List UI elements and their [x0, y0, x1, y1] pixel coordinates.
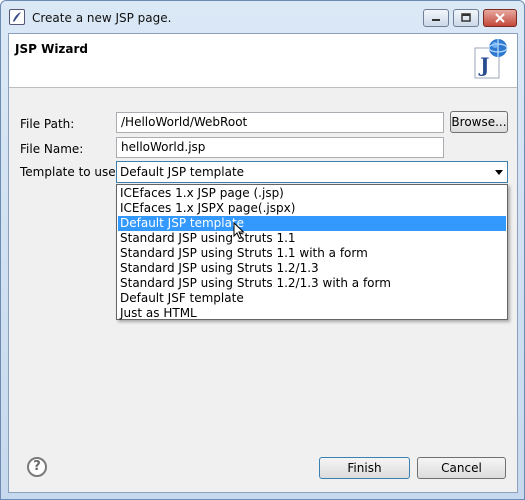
template-label: Template to use: [20, 165, 120, 179]
chevron-down-icon[interactable] [495, 170, 503, 175]
maximize-button[interactable] [453, 9, 479, 27]
wizard-banner: JSP Wizard J [9, 34, 517, 88]
template-option[interactable]: Standard JSP using Struts 1.2/1.3 [118, 261, 506, 276]
minimize-button[interactable] [423, 9, 449, 27]
title-bar[interactable]: Create a new JSP page. [1, 1, 524, 33]
close-icon [495, 13, 505, 23]
help-icon[interactable]: ? [27, 457, 47, 477]
template-select[interactable]: Default JSP template [116, 161, 508, 183]
template-option[interactable]: Standard JSP using Struts 1.1 [118, 231, 506, 246]
template-option[interactable]: ICEfaces 1.x JSP page (.jsp) [118, 186, 506, 201]
finish-button[interactable]: Finish [319, 457, 410, 479]
dialog-window: Create a new JSP page. JSP Wizard J File… [0, 0, 525, 500]
minimize-icon [432, 19, 440, 21]
cancel-button[interactable]: Cancel [417, 457, 506, 479]
template-option[interactable]: Just as HTML [118, 306, 506, 321]
window-title: Create a new JSP page. [32, 11, 172, 25]
template-option-selected[interactable]: Default JSP template [118, 216, 506, 231]
mouse-pointer-icon [233, 221, 245, 240]
file-path-input[interactable]: /HelloWorld/WebRoot [116, 112, 444, 133]
logo-letter: J [478, 53, 489, 77]
file-name-label: File Name: [20, 142, 84, 156]
template-option[interactable]: Default JSF template [118, 291, 506, 306]
template-option[interactable]: Standard JSP using Struts 1.2/1.3 with a… [118, 276, 506, 291]
dialog-content: JSP Wizard J File Path: /HelloWorld/WebR… [8, 33, 518, 493]
maximize-icon [461, 13, 471, 22]
template-selected-value: Default JSP template [120, 165, 245, 179]
eclipse-icon [9, 9, 25, 25]
browse-button[interactable]: Browse... [450, 111, 508, 133]
jsp-logo-icon: J [471, 36, 509, 82]
file-name-input[interactable]: helloWorld.jsp [116, 137, 444, 158]
template-dropdown-list: ICEfaces 1.x JSP page (.jsp) ICEfaces 1.… [116, 184, 508, 320]
close-button[interactable] [483, 9, 517, 27]
template-option[interactable]: ICEfaces 1.x JSPX page(.jspx) [118, 201, 506, 216]
wizard-title: JSP Wizard [15, 42, 89, 56]
template-option[interactable]: Standard JSP using Struts 1.1 with a for… [118, 246, 506, 261]
file-path-label: File Path: [20, 117, 75, 131]
